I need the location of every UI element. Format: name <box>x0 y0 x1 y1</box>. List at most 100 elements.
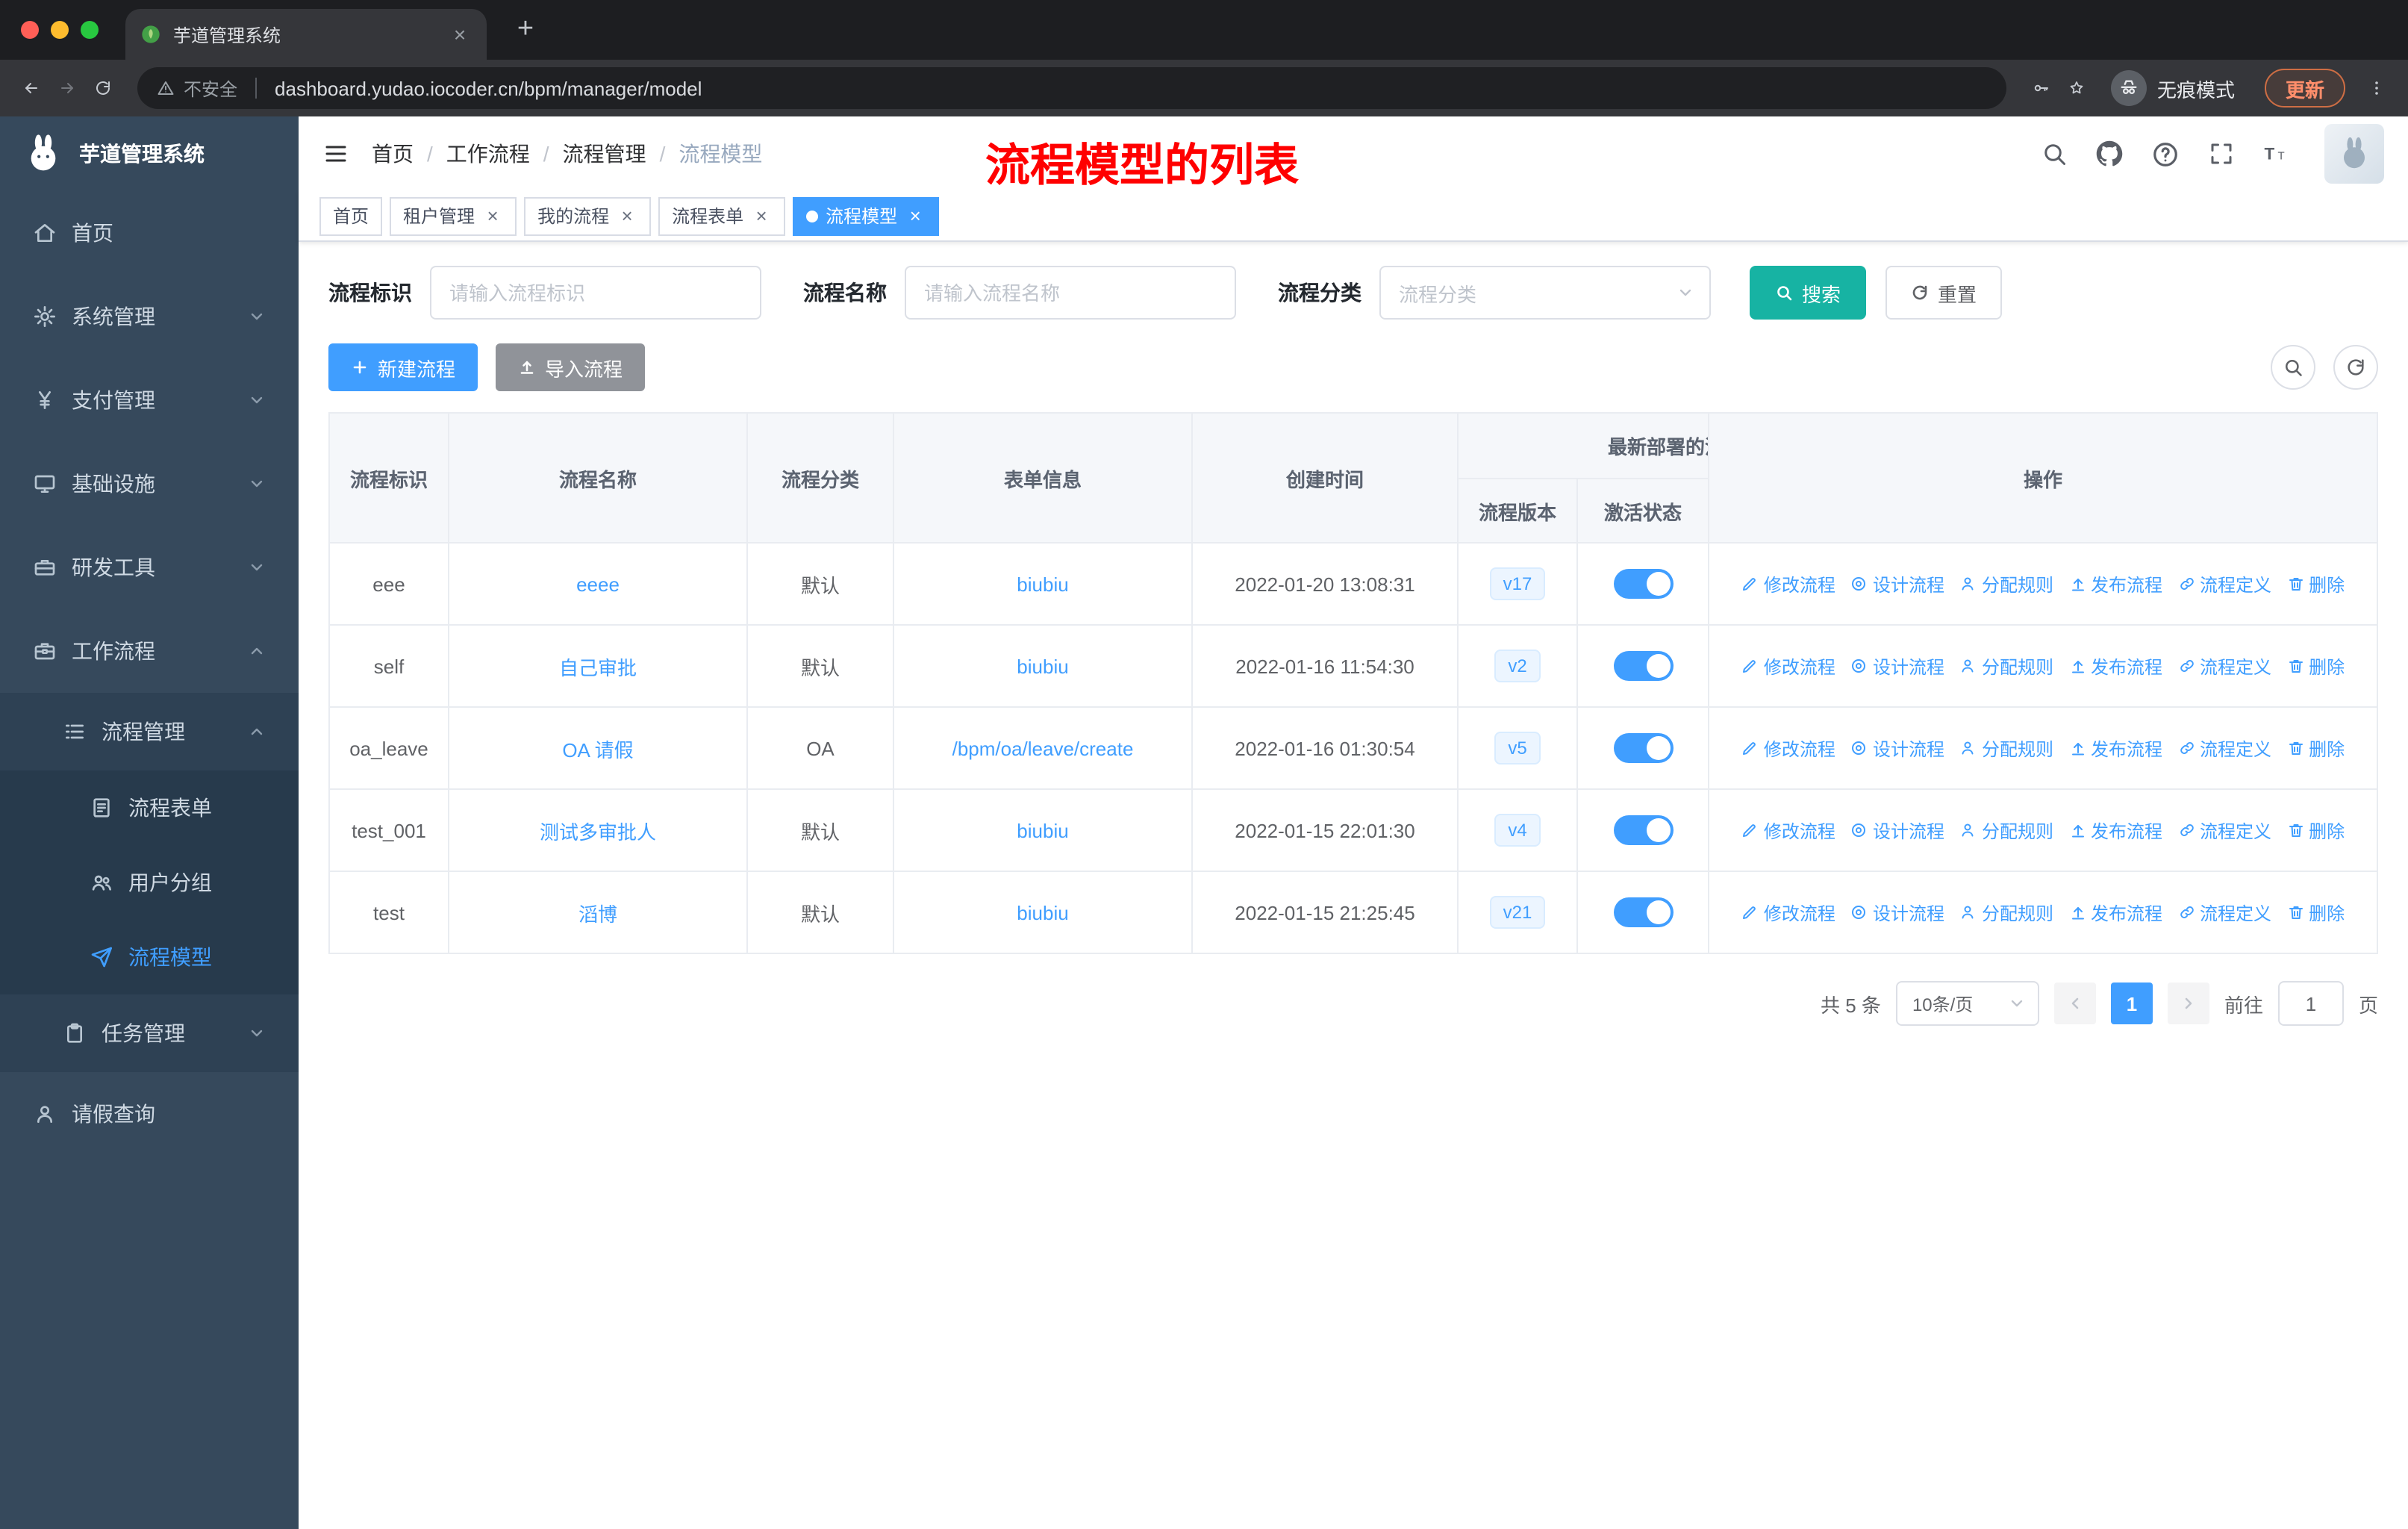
sidebar-item-process-model[interactable]: 流程模型 <box>0 920 299 994</box>
assign-rule-action[interactable]: 分配规则 <box>1959 735 2053 761</box>
delete-process-action[interactable]: 删除 <box>2286 653 2345 679</box>
edit-process-action[interactable]: 修改流程 <box>1741 653 1835 679</box>
sidebar-item-system[interactable]: 系统管理 <box>0 275 299 358</box>
search-button[interactable]: 搜索 <box>1750 266 1867 320</box>
delete-process-action[interactable]: 删除 <box>2286 735 2345 761</box>
sidebar-item-home[interactable]: 首页 <box>0 191 299 275</box>
next-page-button[interactable] <box>2167 983 2209 1024</box>
sidebar-item-process-mgmt[interactable]: 流程管理 <box>0 693 299 770</box>
window-close-button[interactable] <box>21 21 39 39</box>
assign-rule-action[interactable]: 分配规则 <box>1959 653 2053 679</box>
tag-close-icon[interactable] <box>751 205 772 226</box>
tag-close-icon[interactable] <box>617 205 637 226</box>
form-info-link[interactable]: biubiu <box>1017 573 1068 595</box>
status-toggle[interactable] <box>1613 733 1673 763</box>
publish-process-action[interactable]: 发布流程 <box>2068 571 2162 597</box>
tag-home[interactable]: 首页 <box>319 196 383 235</box>
design-process-action[interactable]: 设计流程 <box>1850 735 1944 761</box>
breadcrumb-item-home[interactable]: 首页 <box>372 139 414 169</box>
edit-process-action[interactable]: 修改流程 <box>1741 818 1835 843</box>
delete-process-action[interactable]: 删除 <box>2286 818 2345 843</box>
fullscreen-icon[interactable] <box>2208 140 2235 167</box>
current-page-button[interactable]: 1 <box>2110 983 2153 1024</box>
publish-process-action[interactable]: 发布流程 <box>2068 900 2162 925</box>
create-process-button[interactable]: 新建流程 <box>328 343 478 391</box>
tag-tenant-mgmt[interactable]: 租户管理 <box>390 196 517 235</box>
sidebar-item-workflow[interactable]: 工作流程 <box>0 609 299 693</box>
reset-button[interactable]: 重置 <box>1885 266 2003 320</box>
design-process-action[interactable]: 设计流程 <box>1850 900 1944 925</box>
sidebar-item-process-form[interactable]: 流程表单 <box>0 770 299 845</box>
sidebar-item-leave-query[interactable]: 请假查询 <box>0 1072 299 1156</box>
category-select[interactable]: 流程分类 <box>1379 266 1711 320</box>
edit-process-action[interactable]: 修改流程 <box>1741 900 1835 925</box>
process-definition-action[interactable]: 流程定义 <box>2177 900 2271 925</box>
process-definition-action[interactable]: 流程定义 <box>2177 735 2271 761</box>
browser-tab[interactable]: 芋道管理系统 <box>125 9 487 60</box>
key-icon[interactable] <box>2027 75 2054 102</box>
assign-rule-action[interactable]: 分配规则 <box>1959 571 2053 597</box>
edit-process-action[interactable]: 修改流程 <box>1741 571 1835 597</box>
form-info-link[interactable]: biubiu <box>1017 901 1068 924</box>
tag-close-icon[interactable] <box>905 205 926 226</box>
page-size-select[interactable]: 10条/页 <box>1895 981 2039 1026</box>
form-info-link[interactable]: biubiu <box>1017 819 1068 841</box>
prev-page-button[interactable] <box>2053 983 2096 1024</box>
avatar[interactable] <box>2324 124 2384 184</box>
reload-button[interactable] <box>90 75 116 102</box>
sidebar-item-payment[interactable]: 支付管理 <box>0 358 299 442</box>
process-name-link[interactable]: 滔博 <box>578 903 617 925</box>
bookmark-star-icon[interactable] <box>2063 75 2090 102</box>
breadcrumb-item-process-mgmt[interactable]: 流程管理 <box>563 139 646 169</box>
tab-close-icon[interactable] <box>448 22 472 46</box>
window-zoom-button[interactable] <box>81 21 99 39</box>
font-size-icon[interactable]: TT <box>2263 140 2290 167</box>
delete-process-action[interactable]: 删除 <box>2286 571 2345 597</box>
sidebar-item-user-group[interactable]: 用户分组 <box>0 845 299 920</box>
process-name-link[interactable]: OA 请假 <box>562 738 633 761</box>
delete-process-action[interactable]: 删除 <box>2286 900 2345 925</box>
address-bar[interactable]: 不安全 dashboard.yudao.iocoder.cn/bpm/manag… <box>137 67 2006 109</box>
refresh-table-button[interactable] <box>2333 345 2378 390</box>
process-definition-action[interactable]: 流程定义 <box>2177 818 2271 843</box>
status-toggle[interactable] <box>1613 897 1673 927</box>
import-process-button[interactable]: 导入流程 <box>496 343 646 391</box>
publish-process-action[interactable]: 发布流程 <box>2068 653 2162 679</box>
status-toggle[interactable] <box>1613 815 1673 845</box>
goto-page-input[interactable] <box>2277 981 2344 1026</box>
assign-rule-action[interactable]: 分配规则 <box>1959 818 2053 843</box>
process-key-input[interactable] <box>430 266 761 320</box>
status-toggle[interactable] <box>1613 569 1673 599</box>
github-icon[interactable] <box>2096 140 2123 167</box>
design-process-action[interactable]: 设计流程 <box>1850 653 1944 679</box>
process-name-input[interactable] <box>905 266 1236 320</box>
process-name-link[interactable]: eeee <box>576 573 620 595</box>
sidebar-toggle-icon[interactable] <box>322 140 349 167</box>
design-process-action[interactable]: 设计流程 <box>1850 571 1944 597</box>
update-button[interactable]: 更新 <box>2264 69 2345 108</box>
browser-menu-icon[interactable] <box>2363 75 2390 102</box>
new-tab-button[interactable] <box>508 12 543 48</box>
tag-close-icon[interactable] <box>482 205 503 226</box>
process-definition-action[interactable]: 流程定义 <box>2177 571 2271 597</box>
window-minimize-button[interactable] <box>51 21 69 39</box>
toggle-search-button[interactable] <box>2271 345 2315 390</box>
publish-process-action[interactable]: 发布流程 <box>2068 818 2162 843</box>
design-process-action[interactable]: 设计流程 <box>1850 818 1944 843</box>
help-icon[interactable] <box>2151 140 2180 168</box>
edit-process-action[interactable]: 修改流程 <box>1741 735 1835 761</box>
publish-process-action[interactable]: 发布流程 <box>2068 735 2162 761</box>
forward-button[interactable] <box>54 75 81 102</box>
back-button[interactable] <box>18 75 45 102</box>
tag-process-form[interactable]: 流程表单 <box>658 196 786 235</box>
sidebar-item-task-mgmt[interactable]: 任务管理 <box>0 994 299 1072</box>
breadcrumb-item-workflow[interactable]: 工作流程 <box>446 139 530 169</box>
process-name-link[interactable]: 测试多审批人 <box>540 820 656 843</box>
tag-process-model[interactable]: 流程模型 <box>793 196 940 235</box>
tag-my-process[interactable]: 我的流程 <box>524 196 652 235</box>
search-icon[interactable] <box>2041 140 2068 167</box>
process-definition-action[interactable]: 流程定义 <box>2177 653 2271 679</box>
process-name-link[interactable]: 自己审批 <box>559 656 637 679</box>
sidebar-item-devtools[interactable]: 研发工具 <box>0 526 299 609</box>
assign-rule-action[interactable]: 分配规则 <box>1959 900 2053 925</box>
